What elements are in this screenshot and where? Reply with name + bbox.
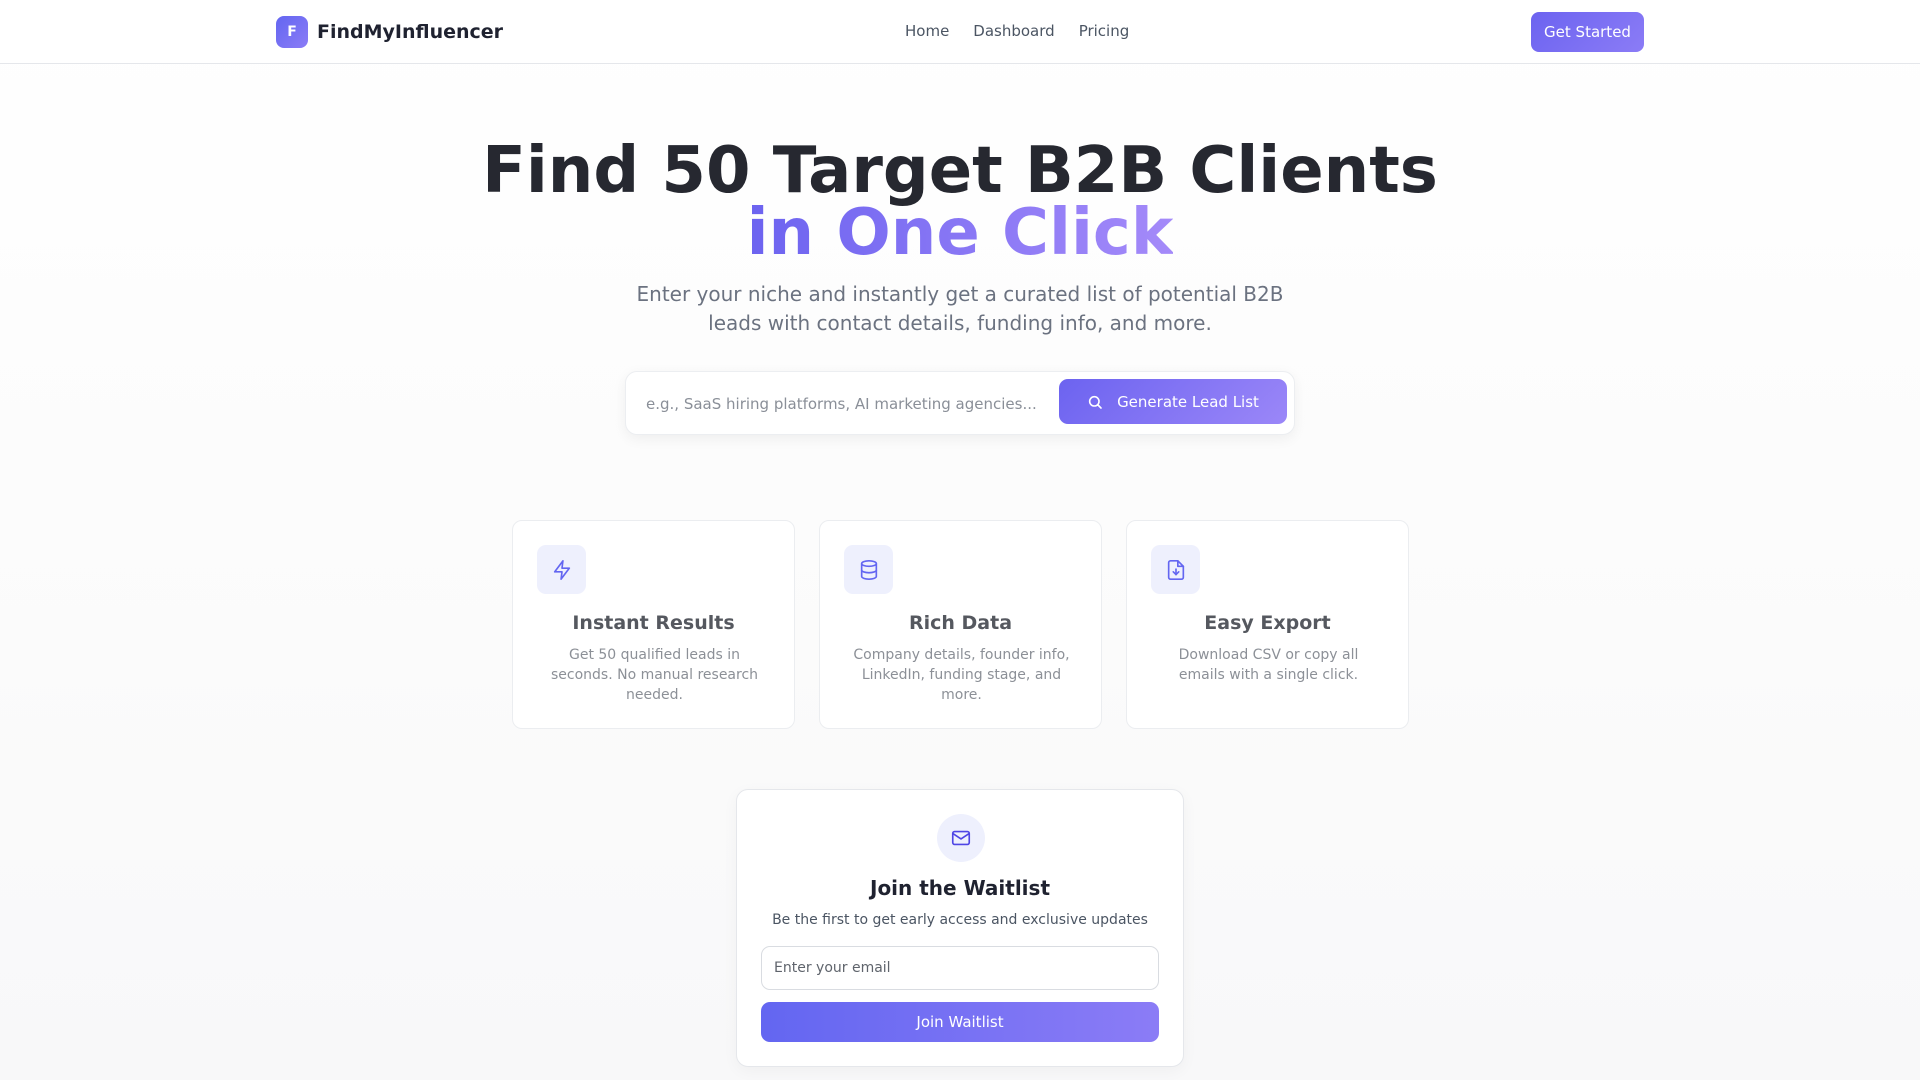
feature-title: Instant Results [572,612,735,634]
waitlist-title: Join the Waitlist [870,876,1050,900]
nav-dashboard-link[interactable]: Dashboard [973,22,1054,40]
mail-icon [937,814,985,862]
waitlist-subtitle: Be the first to get early access and exc… [772,912,1148,928]
feature-title: Easy Export [1204,612,1331,634]
niche-search-box: Generate Lead List [625,371,1295,435]
feature-card-instant-results: Instant Results Get 50 qualified leads i… [512,520,795,729]
feature-description: Download CSV or copy all emails with a s… [1178,647,1359,683]
nav-pricing-link[interactable]: Pricing [1079,22,1130,40]
waitlist-card: Join the Waitlist Be the first to get ea… [736,789,1184,1067]
brand-name: FindMyInfluencer [317,21,504,43]
feature-card-easy-export: Easy Export Download CSV or copy all ema… [1126,520,1409,729]
feature-description: Get 50 qualified leads in seconds. No ma… [550,647,759,703]
search-icon [1087,394,1103,410]
feature-description: Company details, founder info, LinkedIn,… [853,647,1070,703]
hero-title-accent: in One Click [746,196,1174,270]
top-navbar: F FindMyInfluencer Home Dashboard Pricin… [0,0,1920,64]
join-waitlist-button[interactable]: Join Waitlist [761,1002,1159,1042]
feature-title: Rich Data [908,612,1013,634]
waitlist-email-input[interactable] [761,946,1159,990]
hero-subtitle: Enter your niche and instantly get a cur… [636,282,1284,335]
nav-home-link[interactable]: Home [905,22,949,40]
main-nav: Home Dashboard Pricing [905,22,1129,40]
brand-logo[interactable]: F FindMyInfluencer [276,16,503,48]
get-started-button[interactable]: Get Started [1531,12,1644,52]
hero-title: Find 50 Target B2B Clients in One Click [0,139,1920,270]
niche-search-input[interactable] [634,382,1054,426]
lightning-icon [537,545,586,594]
generate-button-label: Generate Lead List [1117,392,1259,411]
logo-mark: F [276,16,308,48]
database-icon [844,545,893,594]
file-download-icon [1151,545,1200,594]
generate-lead-list-button[interactable]: Generate Lead List [1059,379,1287,424]
feature-card-rich-data: Rich Data Company details, founder info,… [819,520,1102,729]
